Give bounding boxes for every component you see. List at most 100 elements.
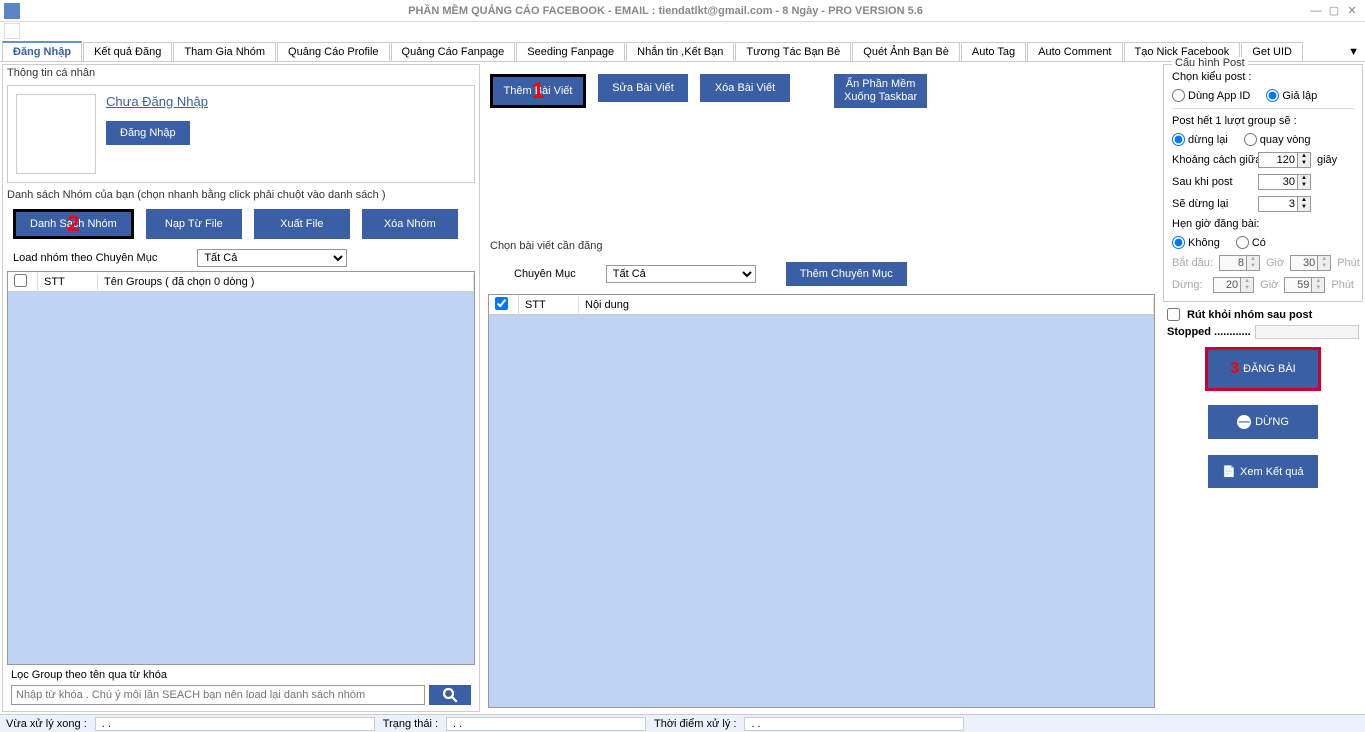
- tab-results[interactable]: Kết quả Đăng: [83, 42, 172, 61]
- tab-join-group[interactable]: Tham Gia Nhóm: [173, 42, 276, 61]
- annotation-box-1: Thêm Bài Viết 1: [490, 74, 586, 108]
- schedule-label: Hẹn giờ đăng bài:: [1172, 218, 1354, 230]
- col-post-stt: STT: [519, 297, 579, 313]
- radio-schedule-yes[interactable]: Có: [1236, 236, 1266, 249]
- col-group-name: Tên Groups ( đã chọn 0 dòng ): [98, 274, 474, 290]
- post-button[interactable]: 3 ĐĂNG BÀI: [1208, 350, 1318, 388]
- delete-group-button[interactable]: Xóa Nhóm: [362, 209, 458, 239]
- group-list-button[interactable]: Danh Sách Nhóm: [16, 212, 131, 236]
- start-hour-input: [1219, 255, 1247, 271]
- group-grid: STT Tên Groups ( đã chọn 0 dòng ): [7, 271, 475, 665]
- document-icon: 📄: [1222, 465, 1236, 478]
- after-post-label: Sau khi post: [1172, 176, 1252, 188]
- category-select[interactable]: Tất Cả: [197, 249, 347, 267]
- delete-post-button[interactable]: Xóa Bài Viết: [700, 74, 790, 102]
- tab-message[interactable]: Nhắn tin ,Kết Bạn: [626, 42, 734, 61]
- will-stop-label: Sẽ dừng lại: [1172, 198, 1252, 210]
- post-config-fieldset: Cấu hình Post Chọn kiểu post : Dùng App …: [1163, 64, 1363, 302]
- annotation-box-3: 3 ĐĂNG BÀI: [1205, 347, 1321, 391]
- start-label: Bắt đầu:: [1172, 257, 1213, 269]
- add-post-button[interactable]: Thêm Bài Viết: [493, 77, 583, 105]
- tab-login[interactable]: Đăng Nhập: [2, 41, 82, 61]
- radio-app-id[interactable]: Dùng App ID: [1172, 89, 1250, 102]
- app-icon: [4, 3, 20, 19]
- gap-input[interactable]: [1258, 152, 1298, 168]
- window-title: PHẦN MỀM QUẢNG CÁO FACEBOOK - EMAIL : ti…: [24, 5, 1307, 17]
- tab-auto-tag[interactable]: Auto Tag: [961, 42, 1026, 61]
- tab-get-uid[interactable]: Get UID: [1241, 42, 1303, 61]
- annotation-box-2: Danh Sách Nhóm 2: [13, 209, 134, 239]
- gap-label: Khoảng cách giữa 2 post: [1172, 154, 1252, 166]
- category-label: Chuyên Mục: [514, 268, 576, 280]
- load-from-file-button[interactable]: Nạp Từ File: [146, 209, 242, 239]
- start-min-input: [1290, 255, 1318, 271]
- group-grid-body[interactable]: [8, 292, 474, 664]
- left-panel: Thông tin cá nhân Chưa Đăng Nhập Đăng Nh…: [2, 64, 480, 712]
- choose-type-label: Chọn kiểu post :: [1172, 71, 1354, 83]
- radio-emulator[interactable]: Giả lập: [1266, 89, 1317, 102]
- search-button[interactable]: [429, 685, 471, 705]
- tab-seeding[interactable]: Seeding Fanpage: [516, 42, 625, 61]
- status-done-label: Vừa xử lý xong :: [6, 718, 87, 730]
- select-all-checkbox[interactable]: [14, 274, 27, 287]
- will-stop-input[interactable]: [1258, 196, 1298, 212]
- center-panel: Thêm Bài Viết 1 Sửa Bài Viết Xóa Bài Viế…: [484, 64, 1159, 712]
- post-grid: STT Nội dung: [488, 294, 1155, 708]
- stop-hour-input: [1213, 277, 1241, 293]
- status-state-value: . .: [446, 717, 646, 731]
- titlebar: PHẦN MỀM QUẢNG CÁO FACEBOOK - EMAIL : ti…: [0, 0, 1365, 22]
- export-file-button[interactable]: Xuất File: [254, 209, 350, 239]
- load-category-label: Load nhóm theo Chuyên Mục: [13, 252, 157, 264]
- edit-post-button[interactable]: Sửa Bài Viết: [598, 74, 688, 102]
- quick-toolbar: [0, 22, 1365, 40]
- progress-bar: [1255, 325, 1359, 339]
- radio-loop[interactable]: quay vòng: [1244, 133, 1311, 146]
- tab-ad-fanpage[interactable]: Quảng Cáo Fanpage: [391, 42, 516, 61]
- tab-auto-comment[interactable]: Auto Comment: [1027, 42, 1122, 61]
- tab-scan-photo[interactable]: Quét Ảnh Bạn Bè: [852, 42, 960, 61]
- maximize-button[interactable]: ▢: [1325, 4, 1343, 17]
- stop-min-input: [1284, 277, 1312, 293]
- after-round-label: Post hết 1 lượt group sẽ :: [1172, 115, 1354, 127]
- tab-interact[interactable]: Tương Tác Bạn Bè: [735, 42, 851, 61]
- login-status-link[interactable]: Chưa Đăng Nhập: [106, 94, 208, 109]
- select-post-label: Chọn bài viết cần đăng: [484, 238, 1159, 254]
- col-post-content: Nội dung: [579, 297, 1154, 313]
- avatar: [16, 94, 96, 174]
- toolbar-button[interactable]: [4, 23, 20, 39]
- stop-button[interactable]: — DỪNG: [1208, 405, 1318, 439]
- annotation-number-3: 3: [1230, 360, 1239, 378]
- stop-icon: —: [1237, 415, 1251, 429]
- right-panel: Cấu hình Post Chọn kiểu post : Dùng App …: [1163, 64, 1363, 712]
- profile-box: Chưa Đăng Nhập Đăng Nhập: [7, 85, 475, 183]
- hide-to-taskbar-button[interactable]: Ẩn Phần Mềm Xuống Taskbar: [834, 74, 927, 108]
- post-category-select[interactable]: Tất Cả: [606, 265, 756, 283]
- status-done-value: . .: [95, 717, 375, 731]
- view-result-button[interactable]: 📄 Xem Kết quả: [1208, 455, 1318, 488]
- post-grid-body[interactable]: [489, 315, 1154, 707]
- filter-label: Lọc Group theo tên qua từ khóa: [3, 665, 479, 685]
- select-all-posts-checkbox[interactable]: [495, 297, 508, 310]
- main-tabs: Đăng Nhập Kết quả Đăng Tham Gia Nhóm Quả…: [0, 40, 1365, 62]
- filter-input[interactable]: [11, 685, 425, 705]
- status-time-label: Thời điểm xử lý :: [654, 718, 736, 730]
- add-category-button[interactable]: Thêm Chuyên Mục: [786, 262, 907, 286]
- tab-overflow[interactable]: ▼: [1342, 43, 1365, 61]
- status-time-value: . .: [744, 717, 964, 731]
- profile-section-label: Thông tin cá nhân: [3, 65, 479, 81]
- status-bar: Vừa xử lý xong : . . Trạng thái : . . Th…: [0, 714, 1365, 732]
- minimize-button[interactable]: —: [1307, 5, 1325, 17]
- login-button[interactable]: Đăng Nhập: [106, 121, 190, 145]
- stop-label: Dừng:: [1172, 279, 1207, 291]
- config-title: Cấu hình Post: [1172, 57, 1248, 69]
- leave-group-checkbox[interactable]: Rút khỏi nhóm sau post: [1163, 306, 1363, 323]
- status-state-label: Trạng thái :: [383, 718, 438, 730]
- radio-stop[interactable]: dừng lại: [1172, 133, 1228, 146]
- radio-schedule-no[interactable]: Không: [1172, 236, 1220, 249]
- col-stt: STT: [38, 274, 98, 290]
- tab-ad-profile[interactable]: Quảng Cáo Profile: [277, 42, 390, 61]
- run-status: Stopped ............: [1167, 326, 1251, 338]
- group-list-label: Danh sách Nhóm của bạn (chọn nhanh bằng …: [3, 187, 479, 203]
- after-post-input[interactable]: [1258, 174, 1298, 190]
- close-button[interactable]: ✕: [1343, 4, 1361, 17]
